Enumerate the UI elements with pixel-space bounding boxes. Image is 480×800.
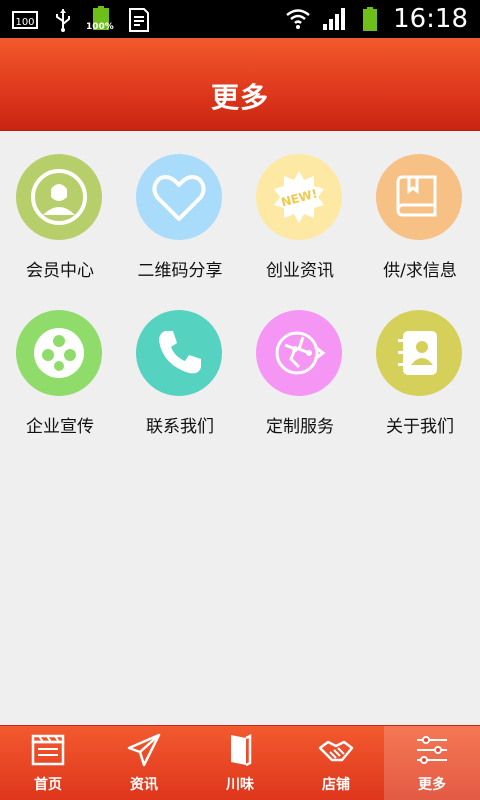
grid-row-1: 会员中心 二维码分享 NEW! 创业资讯 供/求信息 bbox=[0, 152, 480, 312]
svg-text:100: 100 bbox=[15, 17, 34, 28]
film-reel-icon bbox=[34, 328, 84, 378]
qr-share-circle[interactable] bbox=[136, 154, 222, 240]
grid-item-label: 供/求信息 bbox=[383, 261, 457, 281]
grid-item-business-news[interactable]: NEW! 创业资讯 bbox=[240, 152, 360, 302]
nav-label: 资讯 bbox=[130, 777, 158, 793]
nav-item-home[interactable]: 首页 bbox=[0, 726, 96, 800]
custom-service-circle[interactable] bbox=[256, 310, 342, 396]
nav-item-more[interactable]: 更多 bbox=[384, 726, 480, 800]
paper-plane-icon bbox=[127, 733, 161, 767]
clock: 16:18 bbox=[393, 4, 468, 34]
grid-item-qr-share[interactable]: 二维码分享 bbox=[120, 152, 240, 302]
nav-label: 川味 bbox=[226, 777, 254, 793]
grid-item-label: 会员中心 bbox=[26, 261, 94, 281]
bottom-nav: 首页 资讯 川味 店铺 更多 bbox=[0, 725, 480, 800]
grid-row-2: 企业宣传 联系我们 定制服务 关于我们 bbox=[0, 308, 480, 468]
signal-icon bbox=[323, 8, 346, 30]
grid-item-label: 联系我们 bbox=[146, 417, 214, 437]
grid-item-label: 企业宣传 bbox=[26, 417, 94, 437]
business-news-circle[interactable]: NEW! bbox=[256, 154, 342, 240]
status-bar-right: 16:18 bbox=[285, 2, 468, 36]
nav-item-news[interactable]: 资讯 bbox=[96, 726, 192, 800]
book-spine-icon bbox=[231, 733, 252, 767]
grid-item-company-promo[interactable]: 企业宣传 bbox=[0, 308, 120, 458]
nav-label: 更多 bbox=[418, 777, 446, 793]
grid-item-label: 定制服务 bbox=[266, 417, 334, 437]
contacts-book-icon bbox=[398, 331, 437, 375]
sliders-icon bbox=[417, 736, 447, 764]
wifi-icon bbox=[286, 9, 310, 29]
phone-icon bbox=[159, 331, 201, 374]
usb-icon bbox=[56, 9, 70, 32]
member-icon bbox=[31, 169, 87, 225]
company-promo-circle[interactable] bbox=[16, 310, 102, 396]
member-center-circle[interactable] bbox=[16, 154, 102, 240]
nav-label: 首页 bbox=[34, 777, 62, 793]
home-clapper-icon bbox=[31, 734, 65, 766]
battery-icon bbox=[363, 7, 378, 31]
status-bar: 100 100% 16:18 bbox=[0, 0, 480, 38]
header-bar: 更多 bbox=[0, 38, 480, 131]
contact-us-circle[interactable] bbox=[136, 310, 222, 396]
page-title: 更多 bbox=[210, 81, 269, 114]
battery-charging-indicator: 100% bbox=[86, 6, 114, 34]
grid-item-supply-demand[interactable]: 供/求信息 bbox=[360, 152, 480, 302]
nav-item-sichuan-flavor[interactable]: 川味 bbox=[192, 726, 288, 800]
book-icon bbox=[396, 175, 437, 217]
status-bar-left: 100 100% bbox=[12, 6, 152, 34]
nav-label: 店铺 bbox=[322, 777, 350, 793]
grid-item-label: 关于我们 bbox=[386, 417, 454, 437]
heart-icon bbox=[152, 175, 206, 221]
notification-100-icon: 100 bbox=[12, 11, 38, 29]
battery-percent-text: 100% bbox=[86, 22, 114, 32]
about-us-circle[interactable] bbox=[376, 310, 462, 396]
grid-item-contact-us[interactable]: 联系我们 bbox=[120, 308, 240, 458]
globe-arrow-icon bbox=[275, 331, 326, 375]
grid-item-custom-service[interactable]: 定制服务 bbox=[240, 308, 360, 458]
grid-item-about-us[interactable]: 关于我们 bbox=[360, 308, 480, 458]
grid-item-member-center[interactable]: 会员中心 bbox=[0, 152, 120, 302]
nav-item-stores[interactable]: 店铺 bbox=[288, 726, 384, 800]
supply-demand-circle[interactable] bbox=[376, 154, 462, 240]
sim-icon bbox=[129, 8, 149, 32]
grid-item-label: 创业资讯 bbox=[266, 261, 334, 281]
new-badge-icon: NEW! bbox=[274, 171, 324, 223]
grid-item-label: 二维码分享 bbox=[137, 261, 223, 281]
handshake-icon bbox=[318, 740, 354, 762]
